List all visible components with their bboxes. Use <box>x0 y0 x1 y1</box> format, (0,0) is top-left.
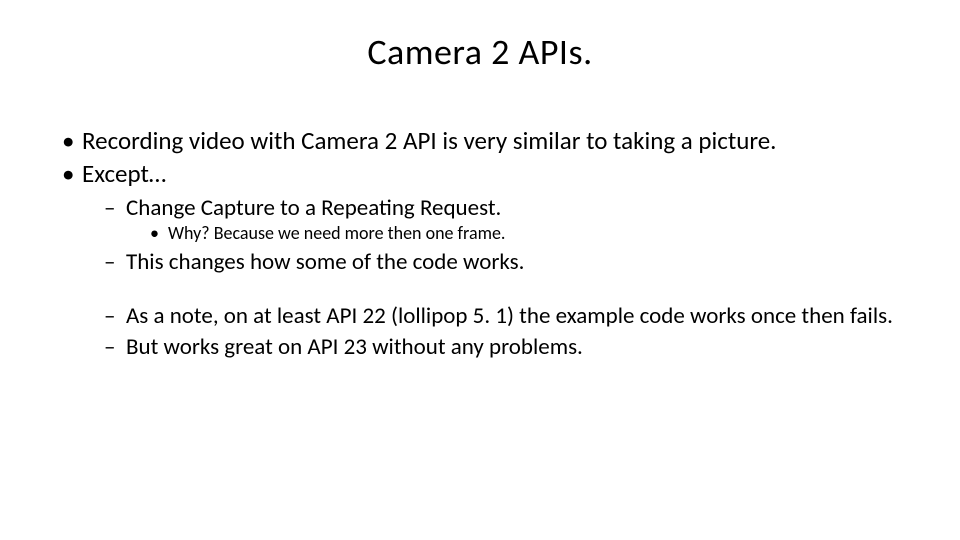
slide: Camera 2 APIs. Recording video with Came… <box>0 0 960 540</box>
bullet-list-level2: As a note, on at least API 22 (lollipop … <box>82 302 900 362</box>
slide-title: Camera 2 APIs. <box>0 30 960 74</box>
sub-bullet-item: Change Capture to a Repeating Request. W… <box>104 194 900 246</box>
bullet-text: Change Capture to a Repeating Request. <box>126 194 501 222</box>
slide-body: Recording video with Camera 2 API is ver… <box>60 125 900 364</box>
bullet-list-level1: Recording video with Camera 2 API is ver… <box>60 125 900 362</box>
sub-bullet-item: As a note, on at least API 22 (lollipop … <box>104 302 900 331</box>
sub-sub-bullet-item: Why? Because we need more then one frame… <box>150 222 900 245</box>
bullet-text: Except… <box>82 158 166 189</box>
spacer <box>82 278 900 298</box>
bullet-list-level3: Why? Because we need more then one frame… <box>126 222 900 245</box>
sub-bullet-item: This changes how some of the code works. <box>104 248 900 277</box>
bullet-item: Recording video with Camera 2 API is ver… <box>60 125 900 156</box>
bullet-item: Except… Change Capture to a Repeating Re… <box>60 158 900 362</box>
sub-bullet-item: But works great on API 23 without any pr… <box>104 333 900 362</box>
bullet-list-level2: Change Capture to a Repeating Request. W… <box>82 194 900 277</box>
